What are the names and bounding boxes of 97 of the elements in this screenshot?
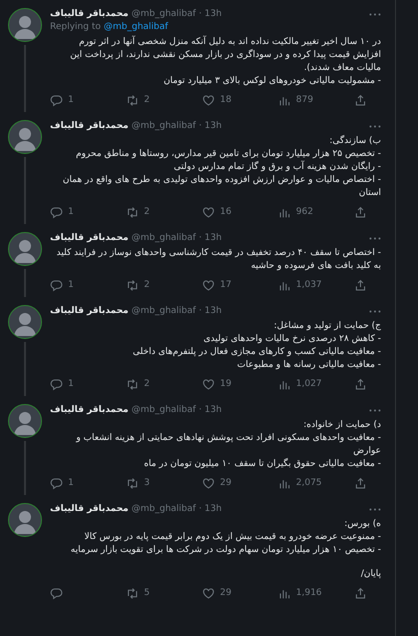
tweet-text: - معافیت مالیاتی حقوق بگیران تا سقف ۱۰ میلیون تومان در ماه <box>142 458 381 471</box>
tweet-time[interactable]: · 13h <box>198 503 222 516</box>
reply-icon[interactable] <box>50 94 63 106</box>
retweet-icon[interactable] <box>126 206 139 218</box>
heart-icon[interactable] <box>202 586 215 600</box>
heart-icon[interactable] <box>202 378 215 390</box>
share-icon[interactable] <box>354 206 367 218</box>
retweet-icon[interactable] <box>126 278 139 292</box>
view-count: 879 <box>296 95 314 105</box>
tweet-text: - اختصاص تا سقف ۴۰ درصد تخفیف در قیمت کارشناسی واحدهای نوساز در فرایند کلید به کلید بافت های فرسوده و حاشیه <box>56 247 381 273</box>
more-icon[interactable] <box>369 125 381 128</box>
reply-icon[interactable] <box>50 586 63 600</box>
reply-icon[interactable] <box>50 476 63 490</box>
reply-icon[interactable] <box>50 378 63 390</box>
view-count: 1,037 <box>296 280 322 290</box>
view-count: 1,027 <box>296 379 322 389</box>
retweet-icon[interactable] <box>126 586 139 600</box>
tweet-time[interactable]: · 13h <box>198 8 222 21</box>
tweet-text: - معافیت مالیاتی کسب و کارهای مجازی فعال در پلتفرم‌های داخلی <box>132 346 381 359</box>
author-handle[interactable]: @mb_ghalibaf <box>132 8 196 21</box>
replying-to-label: Replying to <box>50 21 101 34</box>
more-icon[interactable] <box>369 409 381 412</box>
avatar[interactable] <box>8 404 42 438</box>
avatar[interactable] <box>8 8 42 42</box>
tweet-text: پایان/ <box>360 568 381 581</box>
share-icon[interactable] <box>354 586 367 600</box>
tweet-text: ه) بورس: <box>343 518 381 531</box>
author-name[interactable]: محمدباقر قالیباف <box>50 120 129 133</box>
replying-to-link[interactable]: @mb_ghalibaf <box>104 21 168 34</box>
author-name[interactable]: محمدباقر قالیباف <box>50 232 129 245</box>
tweet-time[interactable]: · 13h <box>198 404 222 417</box>
author-handle[interactable]: @mb_ghalibaf <box>132 120 196 133</box>
author-name[interactable]: محمدباقر قالیباف <box>50 8 129 21</box>
retweet-count: 2 <box>144 207 150 217</box>
tweet-text: - اختصاص مالیات و عوارض ارزش افزوده واحدهای تولیدی به طرح های واقع در همان استان <box>62 174 381 200</box>
retweet-count: 2 <box>144 95 150 105</box>
reply-count: 1 <box>68 207 74 217</box>
tweet-text: ب) سازندگی: <box>328 135 381 148</box>
share-icon[interactable] <box>354 94 367 106</box>
reply-count: 1 <box>68 95 74 105</box>
reply-count: 1 <box>68 478 74 488</box>
tweet-text: - رایگان شدن هزینه آب و برق و گاز تمام مدارس دولتی <box>172 161 381 174</box>
tweet-text: ج) حمایت از تولید و مشاغل: <box>272 320 381 333</box>
tweet-text: - تخصیص ۲۵ هزار میلیارد تومان برای تامین قیر مدارس، روستاها و مناطق محروم <box>74 148 381 160</box>
reply-icon[interactable] <box>50 206 63 218</box>
retweet-icon[interactable] <box>126 94 139 106</box>
author-handle[interactable]: @mb_ghalibaf <box>132 404 196 417</box>
author-name[interactable]: محمدباقر قالیباف <box>50 503 129 516</box>
view-count: 2,075 <box>296 478 322 488</box>
heart-icon[interactable] <box>202 278 215 292</box>
tweet-time[interactable]: · 13h <box>198 232 222 245</box>
tweet-text: - معافیت مالیاتی رسانه ها و مطبوعات <box>236 359 381 372</box>
more-icon[interactable] <box>369 237 381 240</box>
like-count: 18 <box>220 95 232 105</box>
author-name[interactable]: محمدباقر قالیباف <box>50 404 129 417</box>
heart-icon[interactable] <box>202 206 215 218</box>
reply-count: 1 <box>68 280 74 290</box>
view-count: 962 <box>296 207 314 217</box>
avatar[interactable] <box>8 232 42 266</box>
tweet-text: - تخصیص ۱۰ هزار میلیارد تومان سهام دولت در شرکت ها برای تقویت بازار سرمایه <box>70 544 381 557</box>
tweet-time[interactable]: · 13h <box>198 120 222 133</box>
like-count: 19 <box>220 379 232 389</box>
like-count: 29 <box>220 588 232 598</box>
share-icon[interactable] <box>354 378 367 390</box>
tweet-text: در ۱۰ سال اخیر تغییر مالکیت نداده اند به دلیل آنکه منزل شخصی آنها در اثر تورم افزایش قیمت پیدا کرده و در سوداگری در بازار مسکن نقشی ندارند، از پرداخت این مالیات معاف شدند). <box>69 36 381 75</box>
retweet-count: 2 <box>144 280 150 290</box>
heart-icon[interactable] <box>202 94 215 106</box>
tweet-text: - کاهش ۲۸ درصدی نرخ مالیات واحدهای تولیدی <box>202 333 381 346</box>
author-handle[interactable]: @mb_ghalibaf <box>132 305 196 318</box>
share-icon[interactable] <box>354 476 367 490</box>
tweet-text: - ممنوعیت عرضه خودرو به قیمت بیش از یک دوم برابر قیمت پایه در بورس کالا <box>83 531 381 544</box>
retweet-count: 2 <box>144 379 150 389</box>
like-count: 29 <box>220 478 232 488</box>
tweet-time[interactable]: · 13h <box>198 305 222 318</box>
more-icon[interactable] <box>369 310 381 313</box>
tweet-text: - معافیت واحدهای مسکونی افراد تحت پوشش نهادهای حمایتی از هزینه انشعاب و عوارض <box>74 432 381 458</box>
heart-icon[interactable] <box>202 476 215 490</box>
retweet-icon[interactable] <box>126 378 139 390</box>
avatar[interactable] <box>8 120 42 154</box>
author-handle[interactable]: @mb_ghalibaf <box>132 232 196 245</box>
author-name[interactable]: محمدباقر قالیباف <box>50 305 129 318</box>
like-count: 16 <box>220 207 232 217</box>
author-handle[interactable]: @mb_ghalibaf <box>132 503 196 516</box>
more-icon[interactable] <box>369 508 381 511</box>
reply-count: 1 <box>68 379 74 389</box>
tweet-text: د) حمایت از خانواده: <box>302 419 381 432</box>
share-icon[interactable] <box>354 278 367 292</box>
retweet-count: 5 <box>144 588 150 598</box>
avatar[interactable] <box>8 305 42 339</box>
view-count: 1,916 <box>296 588 322 598</box>
retweet-count: 3 <box>144 478 150 488</box>
more-icon[interactable] <box>369 13 381 16</box>
tweet-text: - مشمولیت مالیاتی خودروهای لوکس بالای ۳ میلیارد تومان <box>162 75 381 88</box>
avatar[interactable] <box>8 503 42 537</box>
like-count: 17 <box>220 280 232 290</box>
reply-icon[interactable] <box>50 278 63 292</box>
retweet-icon[interactable] <box>126 476 139 490</box>
